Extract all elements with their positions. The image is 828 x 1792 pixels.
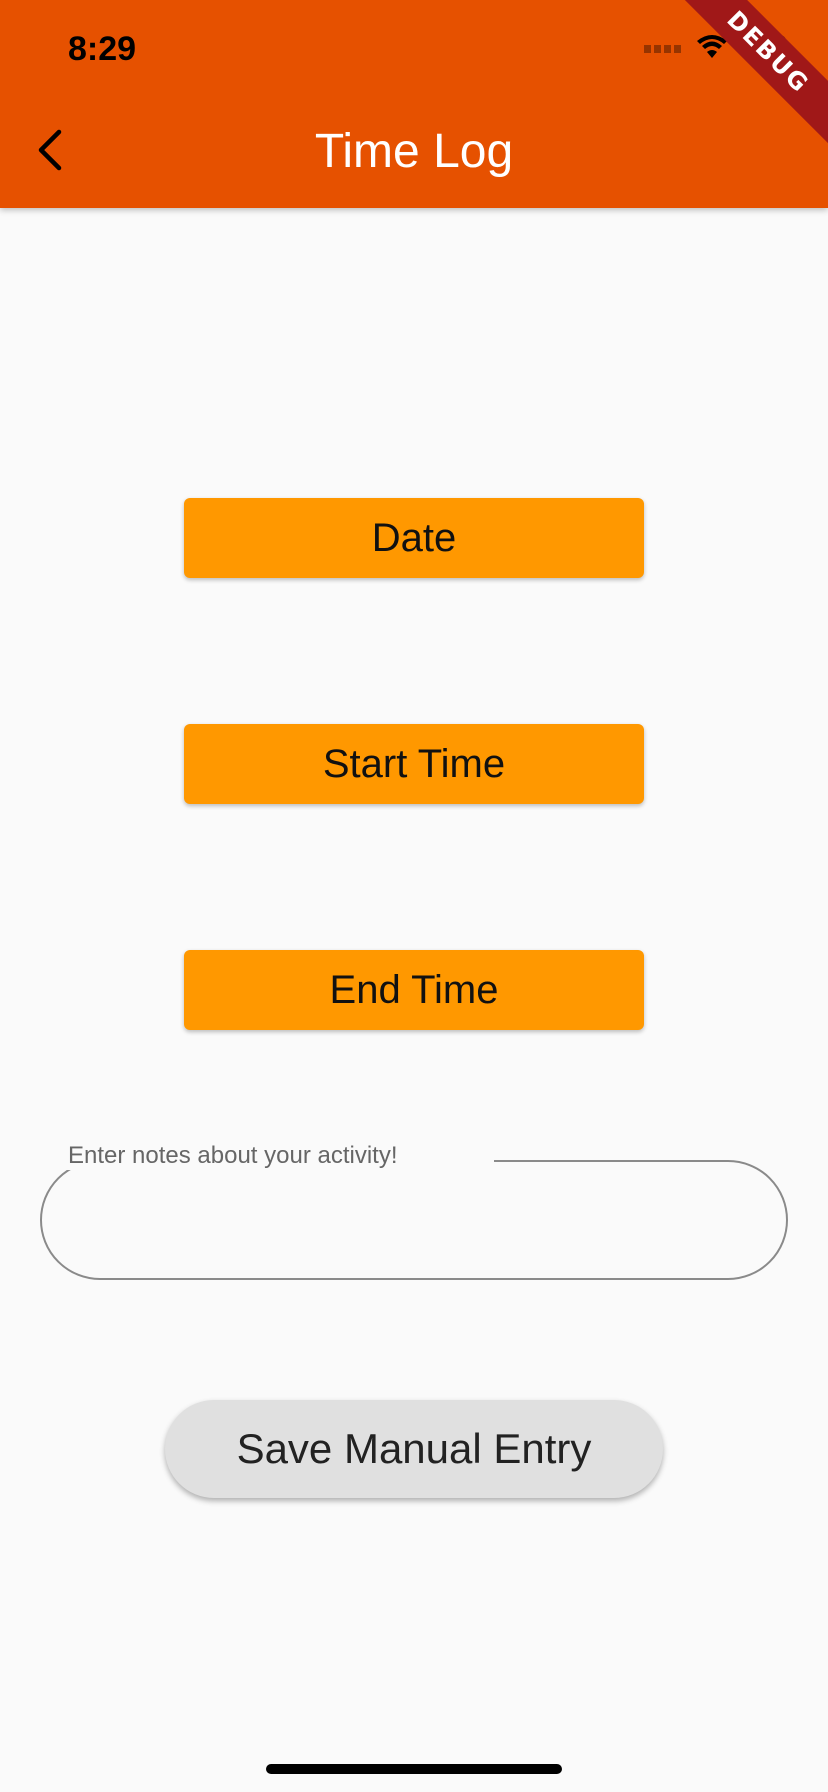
app-bar: 8:29 DEBUG Time Log	[0, 0, 828, 208]
home-indicator	[266, 1764, 562, 1774]
notes-label: Enter notes about your activity!	[64, 1142, 402, 1170]
notes-field-container: Enter notes about your activity!	[40, 1142, 788, 1280]
end-time-button[interactable]: End Time	[184, 950, 644, 1030]
status-time: 8:29	[68, 30, 137, 68]
save-manual-entry-button[interactable]: Save Manual Entry	[165, 1400, 663, 1498]
start-time-button[interactable]: Start Time	[184, 724, 644, 804]
date-button[interactable]: Date	[184, 498, 644, 578]
notes-input[interactable]	[40, 1160, 788, 1280]
page-title: Time Log	[314, 125, 514, 178]
signal-icon	[644, 40, 682, 58]
